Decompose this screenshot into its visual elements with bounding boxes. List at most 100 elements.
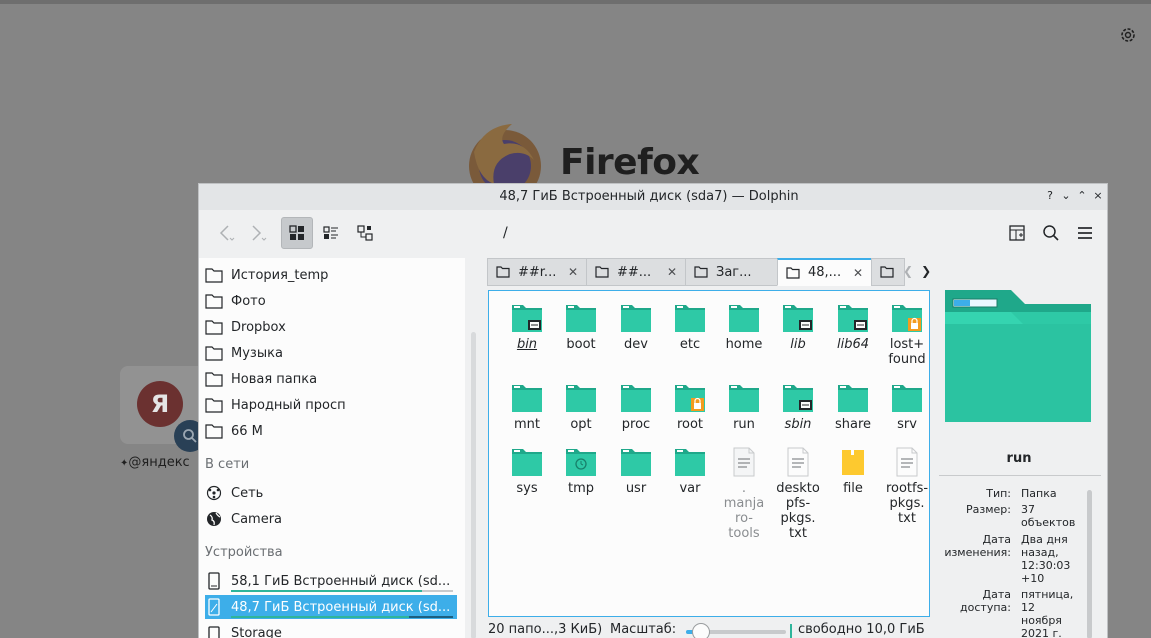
chevron-right-icon[interactable]: ❯ [921, 264, 931, 278]
zoom-slider-handle[interactable] [692, 623, 710, 638]
split-view-button[interactable] [1001, 217, 1033, 249]
network-section-header[interactable]: В сети [205, 457, 249, 472]
file-item[interactable]: tmp [555, 447, 607, 496]
file-item[interactable]: srv [881, 383, 933, 432]
file-item[interactable]: dev [610, 303, 662, 352]
folder-symlink-icon [837, 303, 869, 333]
location-bar[interactable]: / [503, 225, 508, 241]
close-tab-icon[interactable]: ✕ [568, 265, 578, 279]
place-item[interactable]: Музыка [205, 341, 457, 365]
file-name: root [676, 417, 704, 432]
device-usage-bar [231, 616, 453, 618]
file-name: . manja ro- tools [723, 481, 765, 541]
file-item[interactable]: file [827, 447, 879, 496]
file-item[interactable]: share [827, 383, 879, 432]
details-view-button[interactable] [349, 217, 381, 249]
folder-icon [728, 303, 760, 333]
file-item[interactable]: lib64 [827, 303, 879, 352]
tab-2[interactable]: ##... ✕ [586, 258, 686, 286]
file-item[interactable]: opt [555, 383, 607, 432]
folder-icon [674, 303, 706, 333]
folder-icon [205, 370, 223, 388]
folder-icon [880, 266, 894, 278]
window-title: 48,7 ГиБ Встроенный диск (sda7) — Dolphi… [499, 189, 799, 204]
folder-temp-icon [565, 447, 597, 477]
hamburger-menu-button[interactable] [1069, 217, 1101, 249]
place-item[interactable]: 66 М [205, 419, 457, 443]
place-item[interactable]: Новая папка [205, 367, 457, 391]
free-space-indicator [790, 624, 792, 638]
minimize-button[interactable]: ⌄ [1061, 189, 1071, 202]
shortcut-label[interactable]: ✦@яндекс [120, 455, 190, 470]
gear-icon[interactable] [1119, 26, 1137, 44]
file-item[interactable]: sbin [772, 383, 824, 432]
file-item[interactable]: home [718, 303, 770, 352]
tab-4-active[interactable]: 48,... ✕ [777, 258, 872, 286]
file-name: lost+ found [888, 337, 926, 367]
storage-icon [205, 624, 223, 638]
file-item[interactable]: deskto pfs- pkgs. txt [772, 447, 824, 541]
info-scrollbar[interactable] [1087, 490, 1092, 638]
compact-view-button[interactable] [315, 217, 347, 249]
forward-button[interactable] [241, 217, 273, 249]
text-file-icon [891, 447, 923, 477]
file-name: bin [516, 337, 538, 352]
file-item[interactable]: boot [555, 303, 607, 352]
place-camera[interactable]: Camera [205, 507, 457, 531]
file-item[interactable]: var [664, 447, 716, 496]
place-network[interactable]: Сеть [205, 481, 457, 505]
file-item[interactable]: lib [772, 303, 824, 352]
tab-3[interactable]: Заг... [685, 258, 778, 286]
place-item[interactable]: История_temp [205, 263, 457, 287]
split-view-icon [1009, 225, 1025, 241]
search-button[interactable] [1035, 217, 1067, 249]
close-tab-icon[interactable]: ✕ [853, 266, 863, 280]
file-name: home [725, 337, 763, 352]
file-item[interactable]: root [664, 383, 716, 432]
file-name: opt [570, 417, 592, 432]
icons-view-button[interactable] [281, 217, 313, 249]
file-item[interactable]: sys [501, 447, 553, 496]
folder-icon [674, 447, 706, 477]
file-item[interactable]: lost+ found [881, 303, 933, 367]
hamburger-icon [1078, 227, 1092, 239]
folder-icon [205, 422, 223, 440]
maximize-button[interactable]: ⌃ [1077, 189, 1087, 202]
chevron-left-icon[interactable]: ❮ [903, 264, 913, 278]
device-usage-fill [231, 616, 409, 618]
file-item[interactable]: . manja ro- tools [718, 447, 770, 541]
places-panel: История_temp Фото Dropbox Музыка Новая п… [199, 258, 465, 638]
places-scrollbar[interactable] [471, 332, 476, 638]
file-name: run [733, 417, 755, 432]
file-name: sbin [784, 417, 812, 432]
tab-5[interactable] [871, 258, 905, 286]
folder-icon [786, 266, 800, 279]
back-button[interactable] [209, 217, 241, 249]
place-item[interactable]: Фото [205, 289, 457, 313]
window-titlebar[interactable]: 48,7 ГиБ Встроенный диск (sda7) — Dolphi… [199, 184, 1107, 210]
file-item[interactable]: mnt [501, 383, 553, 432]
help-button[interactable]: ? [1045, 189, 1055, 202]
close-button[interactable]: × [1093, 189, 1103, 202]
firefox-wordmark: Firefox [560, 142, 700, 183]
file-icon [837, 447, 869, 477]
folder-icon [620, 303, 652, 333]
file-item[interactable]: run [718, 383, 770, 432]
tree-view-icon [357, 225, 373, 241]
file-name: file [843, 481, 863, 496]
grid-view-icon [289, 225, 304, 240]
tab-1[interactable]: ##r... ✕ [487, 258, 587, 286]
status-bar: 20 папо...,3 КиБ) Масштаб: свободно 10,0… [488, 622, 1107, 638]
file-view[interactable]: bin boot dev etc home lib lib64 lost+ found mnt o… [488, 290, 930, 617]
preview-folder-icon [945, 290, 1093, 426]
file-item[interactable]: rootfs- pkgs. txt [881, 447, 933, 526]
place-item[interactable]: Народный просп [205, 393, 457, 417]
file-item[interactable]: etc [664, 303, 716, 352]
close-tab-icon[interactable]: ✕ [667, 265, 677, 279]
devices-section-header[interactable]: Устройства [205, 545, 283, 560]
file-item[interactable]: bin [501, 303, 553, 352]
file-item[interactable]: usr [610, 447, 662, 496]
place-item[interactable]: Dropbox [205, 315, 457, 339]
place-device-storage[interactable]: Storage [205, 621, 457, 638]
file-item[interactable]: proc [610, 383, 662, 432]
